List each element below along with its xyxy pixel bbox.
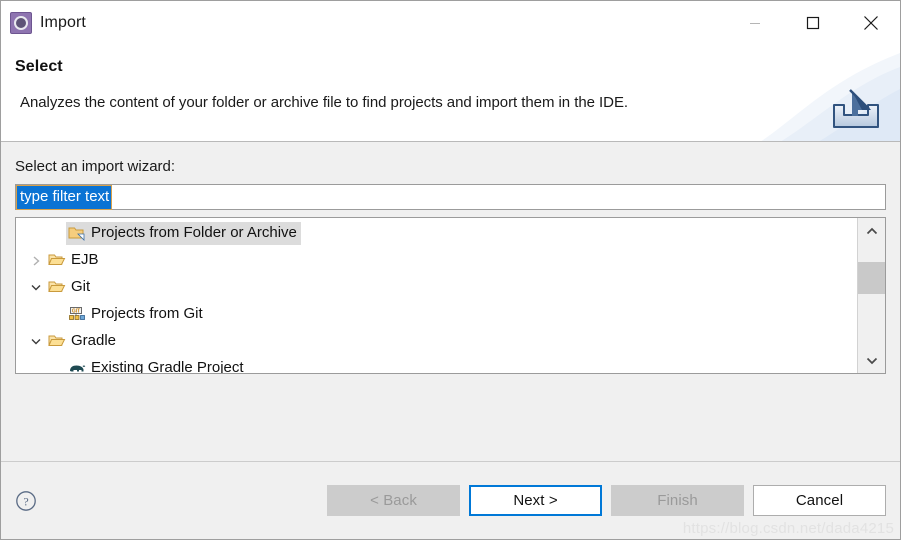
- folder-icon: [48, 252, 66, 268]
- folder-icon: [48, 333, 66, 349]
- back-button[interactable]: < Back: [327, 485, 460, 516]
- chevron-right-icon[interactable]: [26, 255, 46, 267]
- dialog-button-bar: ? < Back Next > Finish Cancel https://bl…: [1, 461, 900, 539]
- tree-item-content: EJB: [46, 249, 103, 272]
- scrollbar-thumb[interactable]: [858, 262, 885, 294]
- import-dialog: Import Select Analyzes the content of yo…: [0, 0, 901, 540]
- tree-item-label: Gradle: [71, 332, 117, 349]
- gradle-elephant-icon: [68, 360, 86, 373]
- tree-item-label: EJB: [71, 251, 99, 268]
- tree-item-label: Projects from Folder or Archive: [91, 224, 297, 241]
- window-title: Import: [40, 14, 86, 31]
- tree-item-content: Git: [46, 276, 94, 299]
- svg-text:?: ?: [23, 494, 28, 508]
- chevron-down-icon[interactable]: [858, 347, 885, 373]
- page-title: Select: [15, 58, 63, 75]
- tree-item-content: GIT Projects from Git: [66, 303, 207, 326]
- tree-item-projects-from-folder-or-archive[interactable]: Projects from Folder or Archive: [16, 220, 857, 247]
- close-icon[interactable]: [842, 1, 900, 45]
- tree-item-gradle[interactable]: Gradle: [16, 328, 857, 355]
- chevron-down-icon[interactable]: [26, 337, 46, 346]
- tree-vertical-scrollbar[interactable]: [857, 218, 885, 373]
- chevron-up-icon[interactable]: [858, 218, 885, 244]
- dialog-buttons: < Back Next > Finish Cancel: [327, 485, 886, 516]
- wizard-header: Select Analyzes the content of your fold…: [1, 45, 900, 142]
- chevron-down-icon[interactable]: [26, 283, 46, 292]
- eclipse-import-icon: [10, 12, 32, 34]
- scrollbar-track[interactable]: [858, 244, 885, 347]
- import-wizard-tree[interactable]: Projects from Folder or Archive EJB Git …: [15, 217, 886, 374]
- help-question-icon[interactable]: ?: [15, 490, 37, 512]
- minimize-icon[interactable]: [726, 1, 784, 45]
- tree-item-projects-from-git[interactable]: GIT Projects from Git: [16, 301, 857, 328]
- window-controls: [726, 1, 900, 45]
- tree-rows: Projects from Folder or Archive EJB Git …: [16, 218, 857, 373]
- wizard-body: Select an import wizard: type filter tex…: [1, 142, 900, 461]
- tree-item-label: Existing Gradle Project: [91, 359, 244, 373]
- watermark: https://blog.csdn.net/dada4215: [682, 520, 894, 537]
- maximize-icon[interactable]: [784, 1, 842, 45]
- git-icon: GIT: [68, 306, 86, 322]
- tree-item-git[interactable]: Git: [16, 274, 857, 301]
- tree-item-content: Existing Gradle Project: [66, 357, 248, 373]
- tree-item-label: Projects from Git: [91, 305, 203, 322]
- page-description: Analyzes the content of your folder or a…: [20, 94, 629, 111]
- tree-item-existing-gradle-project[interactable]: Existing Gradle Project: [16, 355, 857, 373]
- tree-item-ejb[interactable]: EJB: [16, 247, 857, 274]
- title-bar: Import: [1, 1, 900, 45]
- tree-item-label: Git: [71, 278, 91, 295]
- filter-input-value: type filter text: [15, 184, 113, 210]
- import-banner-icon: [828, 89, 884, 131]
- cancel-button[interactable]: Cancel: [753, 485, 886, 516]
- next-button[interactable]: Next >: [469, 485, 602, 516]
- title-bar-left: Import: [1, 12, 86, 34]
- tree-item-content: Projects from Folder or Archive: [66, 222, 301, 245]
- folder-archive-icon: [68, 225, 86, 241]
- import-wizard-label: Select an import wizard:: [15, 158, 176, 175]
- folder-icon: [48, 279, 66, 295]
- finish-button[interactable]: Finish: [611, 485, 744, 516]
- filter-input[interactable]: type filter text: [15, 184, 886, 210]
- tree-item-content: Gradle: [46, 330, 120, 353]
